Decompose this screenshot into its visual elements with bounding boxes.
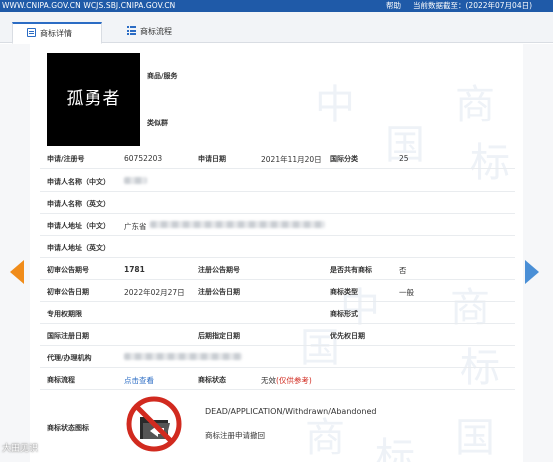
reg-no: 60752203: [124, 154, 163, 163]
tab-label: 商标详情: [40, 29, 72, 38]
row-divider: [40, 191, 515, 192]
status-label: 商标状态: [198, 376, 226, 384]
top-bar: WWW.CNIPA.GOV.CN WCJS.SBJ.CNIPA.GOV.CN 帮…: [0, 0, 553, 12]
watermark-glyph: 标: [375, 435, 415, 462]
app-date-label: 申请日期: [198, 155, 226, 163]
applicant-en-label: 申请人名称（英文）: [47, 200, 110, 208]
prelim-pub-date: 2022年02月27日: [124, 288, 185, 297]
row-divider: [40, 213, 515, 214]
redacted-applicant-name: [124, 177, 147, 184]
status-note: (仅供参考): [276, 376, 312, 385]
watermark-glyph: 中: [340, 285, 380, 331]
help-link[interactable]: 帮助: [386, 0, 401, 12]
next-arrow-icon[interactable]: [525, 260, 539, 284]
row-divider: [40, 257, 515, 258]
address-en-label: 申请人地址（英文）: [47, 244, 110, 252]
prelim-pub-no: 1781: [124, 265, 145, 274]
intl-reg-date-label: 国际注册日期: [47, 332, 89, 340]
corner-watermark: 大田见识: [2, 444, 39, 454]
watermark-glyph: 中: [315, 82, 355, 128]
agent-label: 代理/办理机构: [47, 354, 92, 362]
tab-trademark-details[interactable]: 商标详情: [12, 22, 102, 44]
watermark-glyph: 标: [460, 345, 500, 391]
address-cn-label: 申请人地址（中文）: [47, 222, 110, 230]
tm-form-label: 商标形式: [330, 310, 358, 318]
address-cn-prefix: 广东省: [124, 222, 147, 231]
tab-label: 商标流程: [140, 27, 172, 36]
status-text: 无效: [261, 376, 276, 385]
watermark-glyph: 国: [455, 415, 495, 461]
intl-class: 25: [399, 154, 409, 163]
row-divider: [40, 367, 515, 368]
process-label: 商标流程: [47, 376, 75, 384]
tab-trademark-process[interactable]: 商标流程: [113, 22, 198, 44]
row-divider: [40, 323, 515, 324]
priority-date-label: 优先权日期: [330, 332, 365, 340]
watermark-glyph: 商: [455, 82, 495, 128]
trademark-image: 孤勇者: [47, 53, 140, 146]
tm-type: 一般: [399, 288, 414, 297]
intl-class-label: 国际分类: [330, 155, 358, 163]
row-divider: [40, 279, 515, 280]
row-divider: [40, 301, 515, 302]
watermark-glyph: 标: [470, 140, 510, 186]
later-designation-date-label: 后期指定日期: [198, 332, 240, 340]
withdrawn-status-icon: [126, 396, 182, 452]
document-icon: [27, 28, 36, 37]
view-process-link[interactable]: 点击查看: [124, 375, 154, 386]
similar-group-label: 类似群: [147, 119, 168, 127]
redacted-agent: [124, 353, 242, 360]
status-icon-label: 商标状态图标: [47, 424, 89, 432]
prelim-pub-date-label: 初审公告日期: [47, 288, 89, 296]
watermark-glyph: 商: [450, 285, 490, 331]
row-divider: [40, 168, 515, 169]
tm-type-label: 商标类型: [330, 288, 358, 296]
reg-no-label: 申请/注册号: [47, 155, 85, 163]
tab-bar: 商标详情 商标流程: [0, 12, 553, 44]
list-icon: [127, 26, 136, 35]
reg-pub-date-label: 注册公告日期: [198, 288, 240, 296]
redacted-address: [150, 221, 325, 228]
goods-services-label: 商品/服务: [147, 72, 178, 80]
reg-pub-no-label: 注册公告期号: [198, 266, 240, 274]
shared-label: 是否共有商标: [330, 266, 372, 274]
data-date: 当前数据截至：(2022年07月04日): [413, 1, 533, 10]
applicant-cn-label: 申请人名称（中文）: [47, 178, 110, 186]
row-divider: [40, 345, 515, 346]
status-en: DEAD/APPLICATION/Withdrawn/Abandoned: [205, 407, 377, 416]
prelim-pub-no-label: 初审公告期号: [47, 266, 89, 274]
status-cn: 商标注册申请撤回: [205, 431, 265, 440]
right-side-panel: [523, 44, 553, 462]
exclusive-period-label: 专用权期限: [47, 310, 82, 318]
row-divider: [40, 389, 515, 390]
status-value: 无效(仅供参考): [261, 375, 312, 386]
left-side-panel: [0, 44, 30, 462]
app-date: 2021年11月20日: [261, 155, 322, 164]
row-divider: [40, 235, 515, 236]
previous-arrow-icon[interactable]: [10, 260, 24, 284]
shared-value: 否: [399, 266, 407, 275]
site-urls[interactable]: WWW.CNIPA.GOV.CN WCJS.SBJ.CNIPA.GOV.CN: [2, 0, 175, 12]
